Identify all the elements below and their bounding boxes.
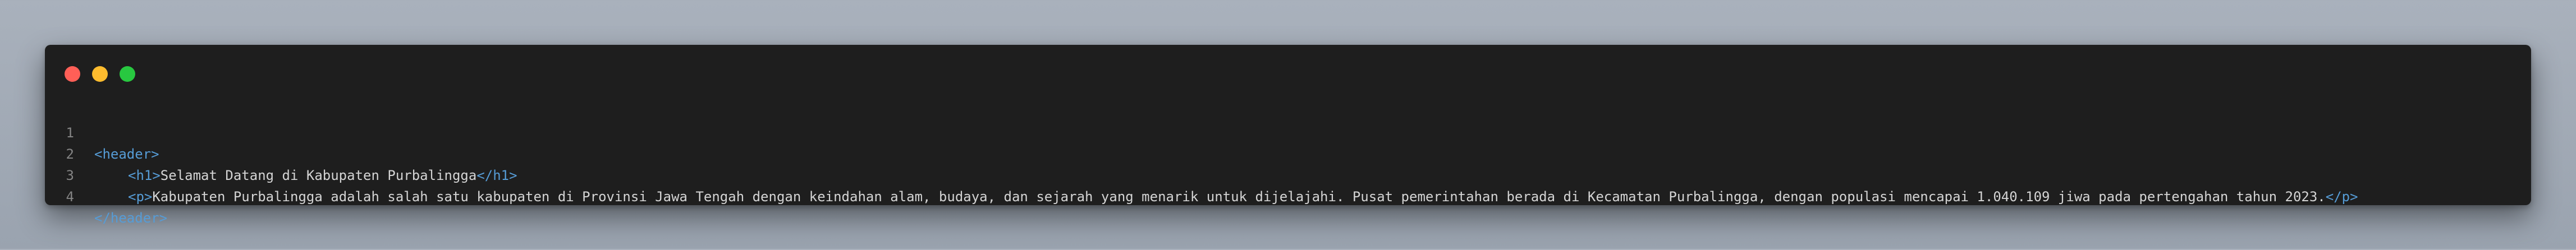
line-number: 4: [66, 189, 74, 205]
maximize-window-button[interactable]: [120, 66, 135, 82]
code-window: 1 <header> 2 <h1>Selamat Datang di Kabup…: [45, 45, 2531, 226]
line-content: <p>Kabupaten Purbalingga adalah salah sa…: [94, 186, 2358, 207]
p-close-tag: </p>: [2325, 189, 2358, 205]
code-line: 4 </header>: [45, 165, 2531, 226]
header-close-tag: </header>: [94, 210, 168, 226]
minimize-window-button[interactable]: [92, 66, 108, 82]
close-window-button[interactable]: [65, 66, 80, 82]
code-line: 1 <header>: [45, 101, 2531, 162]
window-titlebar: [45, 45, 2531, 107]
line-content: </header>: [94, 207, 167, 229]
p-open-tag: <p>: [128, 189, 153, 205]
code-line: 3 <p>Kabupaten Purbalingga adalah salah …: [45, 143, 2531, 205]
code-line: 2 <h1>Selamat Datang di Kabupaten Purbal…: [45, 122, 2531, 183]
code-editor: 1 <header> 2 <h1>Selamat Datang di Kabup…: [45, 101, 2531, 226]
p-text: Kabupaten Purbalingga adalah salah satu …: [152, 189, 2326, 205]
